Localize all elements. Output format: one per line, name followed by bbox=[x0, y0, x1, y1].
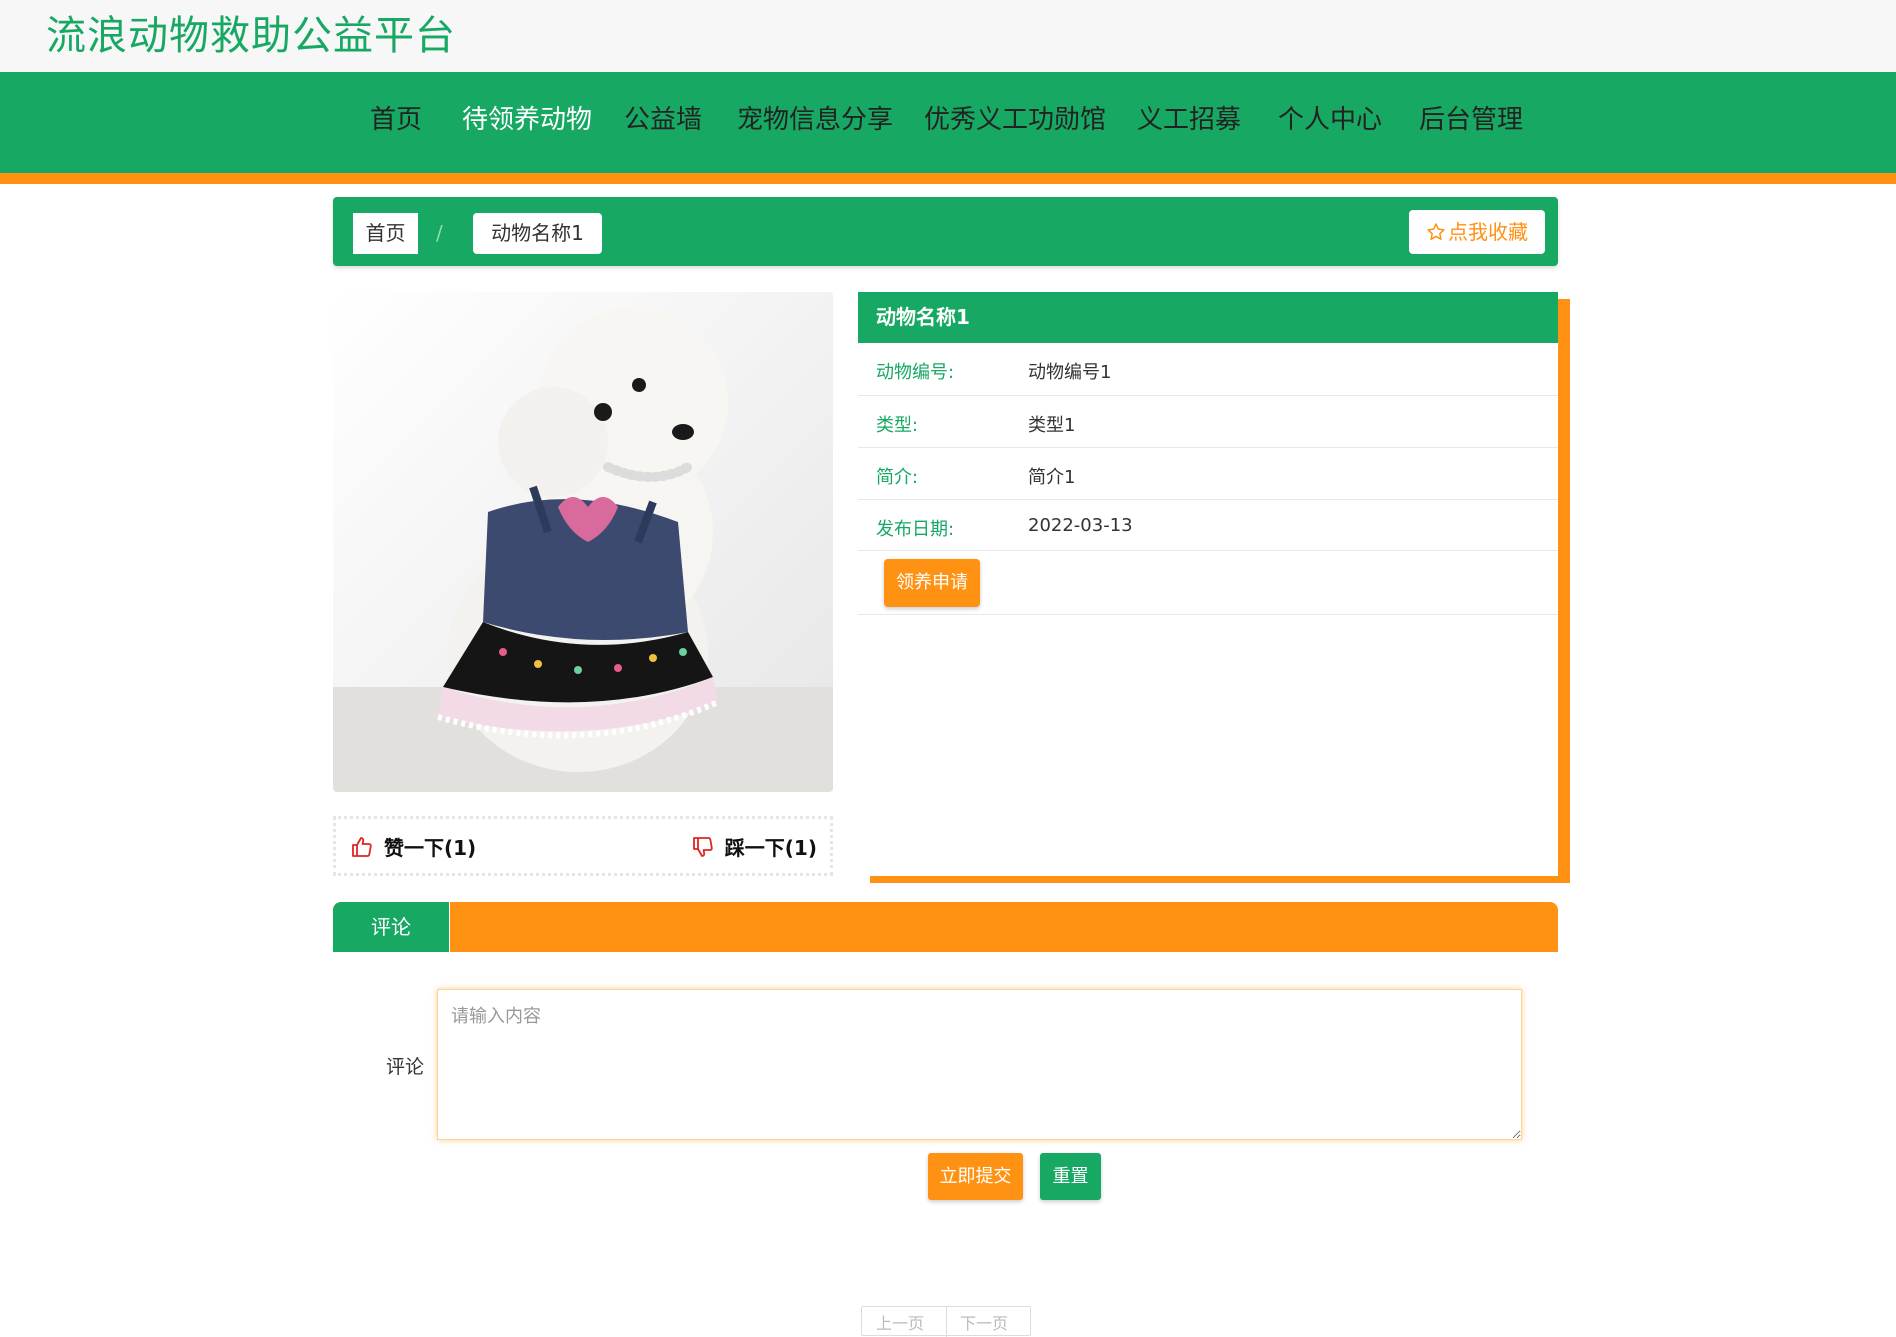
thumbs-down-icon bbox=[692, 837, 713, 857]
detail-row-intro: 简介: 简介1 bbox=[858, 448, 1558, 500]
comment-label: 评论 bbox=[386, 1056, 425, 1078]
adopt-apply-button[interactable]: 领养申请 bbox=[884, 559, 980, 607]
field-value: 2022-03-13 bbox=[1028, 515, 1133, 536]
star-outline-icon bbox=[1427, 223, 1445, 240]
dislike-label: 踩一下(1) bbox=[724, 836, 817, 860]
nav-item-pet-sharing[interactable]: 宠物信息分享 bbox=[737, 100, 893, 140]
favorite-button[interactable]: 点我收藏 bbox=[1409, 210, 1545, 254]
like-label: 赞一下(1) bbox=[384, 836, 477, 860]
like-button[interactable]: 赞一下(1) bbox=[350, 835, 476, 860]
detail-panel: 动物名称1 动物编号: 动物编号1 类型: 类型1 简介: 简介1 发布日期: … bbox=[858, 292, 1558, 876]
field-value: 动物编号1 bbox=[1028, 362, 1112, 383]
nav-item-admin[interactable]: 后台管理 bbox=[1419, 100, 1523, 140]
content-tabs: 评论 bbox=[333, 902, 1558, 952]
detail-row-id: 动物编号: 动物编号1 bbox=[858, 343, 1558, 396]
detail-row-type: 类型: 类型1 bbox=[858, 396, 1558, 448]
field-label: 简介: bbox=[876, 467, 919, 488]
field-label: 动物编号: bbox=[876, 362, 955, 383]
detail-row-date: 发布日期: 2022-03-13 bbox=[858, 500, 1558, 551]
nav-item-charity-wall[interactable]: 公益墙 bbox=[624, 100, 702, 140]
animal-photo bbox=[333, 292, 833, 792]
submit-button[interactable]: 立即提交 bbox=[928, 1153, 1023, 1200]
site-title: 流浪动物救助公益平台 bbox=[46, 13, 456, 59]
comment-input[interactable] bbox=[437, 989, 1522, 1140]
dislike-button[interactable]: 踩一下(1) bbox=[691, 835, 817, 860]
prev-page-button[interactable]: 上一页 bbox=[876, 1310, 924, 1334]
breadcrumb: 首页 / 动物名称1 点我收藏 bbox=[333, 197, 1558, 266]
next-page-button[interactable]: 下一页 bbox=[960, 1310, 1008, 1334]
poodle-illustration bbox=[333, 292, 833, 792]
nav-item-home[interactable]: 首页 bbox=[370, 100, 422, 140]
nav-item-adoptable-animals[interactable]: 待领养动物 bbox=[462, 100, 592, 140]
reset-button[interactable]: 重置 bbox=[1040, 1153, 1101, 1200]
animal-name-title: 动物名称1 bbox=[858, 292, 1558, 343]
breadcrumb-home[interactable]: 首页 bbox=[353, 213, 418, 254]
pager-divider bbox=[946, 1307, 947, 1337]
tab-comments[interactable]: 评论 bbox=[333, 902, 450, 952]
field-label: 类型: bbox=[876, 415, 919, 436]
breadcrumb-current: 动物名称1 bbox=[473, 213, 602, 254]
field-value: 类型1 bbox=[1028, 415, 1076, 436]
nav-accent-stripe bbox=[0, 173, 1896, 184]
field-label: 发布日期: bbox=[876, 519, 955, 540]
pagination: 上一页 下一页 bbox=[861, 1306, 1031, 1337]
thumbs-up-icon bbox=[352, 837, 372, 857]
nav-item-volunteer-hall[interactable]: 优秀义工功勋馆 bbox=[924, 100, 1106, 140]
breadcrumb-separator: / bbox=[436, 221, 443, 245]
favorite-label: 点我收藏 bbox=[1448, 220, 1528, 244]
field-value: 简介1 bbox=[1028, 467, 1076, 488]
nav-item-personal-center[interactable]: 个人中心 bbox=[1278, 100, 1382, 140]
nav-item-volunteer-recruit[interactable]: 义工招募 bbox=[1137, 100, 1241, 140]
reaction-bar: 赞一下(1) 踩一下(1) bbox=[333, 816, 833, 876]
top-header: 流浪动物救助公益平台 bbox=[0, 0, 1896, 72]
